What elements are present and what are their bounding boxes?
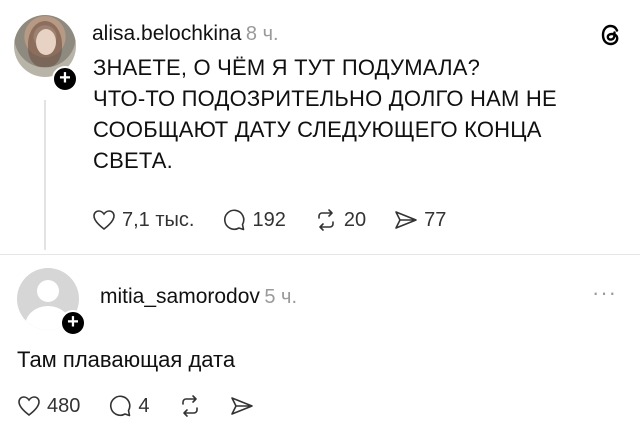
repost-button[interactable]: 20	[314, 208, 366, 232]
reply-actions: 480 4	[17, 394, 254, 418]
comment-count: 4	[138, 394, 150, 417]
post-time: 8 ч.	[245, 23, 279, 45]
share-button[interactable]	[230, 395, 254, 417]
post-text-line: ЗНАЕТЕ, О ЧЁМ Я ТУТ ПОДУМАЛА?	[93, 55, 481, 80]
post-body: ЗНАЕТЕ, О ЧЁМ Я ТУТ ПОДУМАЛА? ЧТО-ТО ПОД…	[93, 52, 613, 176]
comment-button[interactable]: 4	[108, 394, 150, 418]
follow-plus-icon[interactable]: +	[52, 66, 78, 92]
more-options-icon[interactable]: ···	[592, 280, 617, 306]
repost-button[interactable]	[178, 394, 202, 418]
thread-connector-line	[44, 100, 46, 250]
divider	[0, 254, 640, 255]
reply-body: Там плавающая дата	[17, 347, 236, 372]
comment-button[interactable]: 192	[222, 208, 286, 232]
send-icon	[395, 211, 417, 229]
repost-icon	[318, 209, 334, 231]
reply-header: mitia_samorodov 5 ч.	[100, 285, 297, 309]
repost-count: 20	[343, 208, 367, 231]
post-text-line: ЧТО-ТО ПОДОЗРИТЕЛЬНО ДОЛГО НАМ НЕ	[93, 86, 557, 111]
post-header: alisa.belochkina 8 ч.	[92, 22, 279, 46]
comment-count: 192	[252, 208, 286, 231]
comment-icon	[224, 209, 246, 231]
reply-time: 5 ч.	[264, 286, 298, 308]
share-button[interactable]: 77	[394, 209, 446, 232]
like-button[interactable]: 480	[17, 395, 80, 418]
follow-plus-icon[interactable]: +	[60, 310, 86, 336]
repost-icon	[181, 395, 198, 417]
post-text-line: СВЕТА.	[93, 148, 173, 173]
post-text-line: СООБЩАЮТ ДАТУ СЛЕДУЮЩЕГО КОНЦА	[93, 117, 542, 142]
heart-icon	[18, 396, 40, 417]
threads-logo-icon[interactable]	[598, 22, 624, 48]
post-actions: 7,1 тыс. 192 20 77	[92, 208, 446, 232]
send-icon	[230, 397, 253, 415]
like-button[interactable]: 7,1 тыс.	[92, 209, 194, 232]
comment-icon	[110, 395, 131, 417]
post-username[interactable]: alisa.belochkina	[92, 22, 241, 45]
like-count: 480	[47, 394, 81, 417]
share-count: 77	[424, 208, 447, 231]
like-count: 7,1 тыс.	[122, 208, 195, 231]
reply-username[interactable]: mitia_samorodov	[100, 285, 260, 308]
heart-icon	[93, 210, 115, 231]
